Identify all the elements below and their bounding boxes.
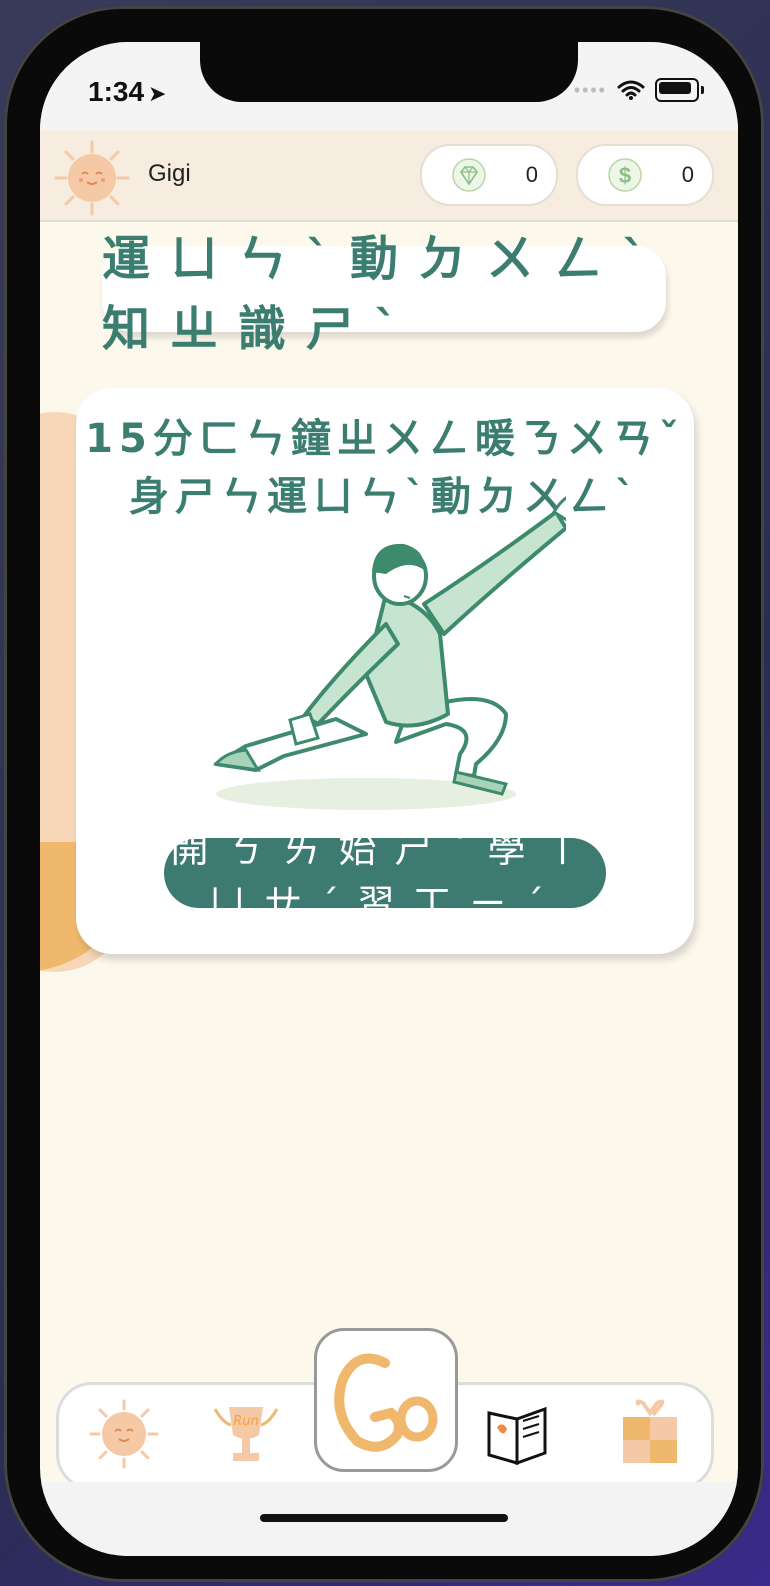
sun-home-icon[interactable] — [89, 1399, 159, 1469]
section-header: 運ㄩㄣˋ動ㄉㄨㄥˋ知ㄓ識ㄕˋ — [102, 231, 666, 357]
diamond-icon — [452, 158, 486, 192]
clock: 1:34 ➤ — [88, 76, 167, 107]
coin-count: 0 — [681, 162, 694, 187]
svg-text:$: $ — [619, 163, 631, 188]
signal-icon: •••• — [573, 79, 607, 100]
gift-icon[interactable] — [615, 1399, 685, 1469]
user-header: Gigi 0 $ 0 — [40, 130, 738, 222]
screen: 1:34 ➤ •••• Gigi 0 $ 0 運ㄩㄣˋ動ㄉㄨㄥˋ知ㄓ識ㄕˋ 15… — [40, 42, 738, 1556]
coin-counter[interactable]: $ 0 — [576, 144, 714, 206]
phone-frame: 1:34 ➤ •••• Gigi 0 $ 0 運ㄩㄣˋ動ㄉㄨㄥˋ知ㄓ識ㄕˋ 15… — [4, 6, 764, 1582]
wifi-icon — [617, 80, 645, 100]
go-icon — [334, 1353, 438, 1452]
location-icon: ➤ — [148, 81, 167, 106]
diamond-count: 0 — [525, 162, 538, 187]
sun-avatar-icon[interactable] — [54, 140, 130, 216]
username: Gigi — [148, 160, 191, 187]
page-title: 運ㄩㄣˋ動ㄉㄨㄥˋ知ㄓ識ㄕˋ — [102, 231, 667, 357]
home-indicator[interactable] — [260, 1514, 508, 1522]
status-icons: •••• — [574, 78, 704, 102]
battery-icon — [655, 78, 699, 102]
run-trophy-icon[interactable]: Run — [211, 1399, 281, 1469]
notch — [200, 42, 578, 102]
start-learning-button[interactable]: 開ㄎㄞ始ㄕˇ學ㄒㄩㄝˊ習ㄒㄧˊ — [164, 827, 606, 926]
battery-nub — [701, 86, 704, 94]
lesson-card: 15分ㄈㄣ鐘ㄓㄨㄥ暖ㄋㄨㄢˇ身ㄕㄣ運ㄩㄣˋ動ㄉㄨㄥˋ 開ㄎㄞ始ㄕˇ學ㄒㄩㄝˊ習ㄒ… — [76, 388, 694, 954]
stretching-person-illustration — [213, 496, 566, 810]
dollar-coin-icon: $ — [608, 158, 642, 192]
trophy-label: Run — [233, 1414, 259, 1429]
go-button[interactable] — [314, 1328, 458, 1472]
book-icon[interactable] — [483, 1399, 553, 1469]
diamond-counter[interactable]: 0 — [420, 144, 558, 206]
